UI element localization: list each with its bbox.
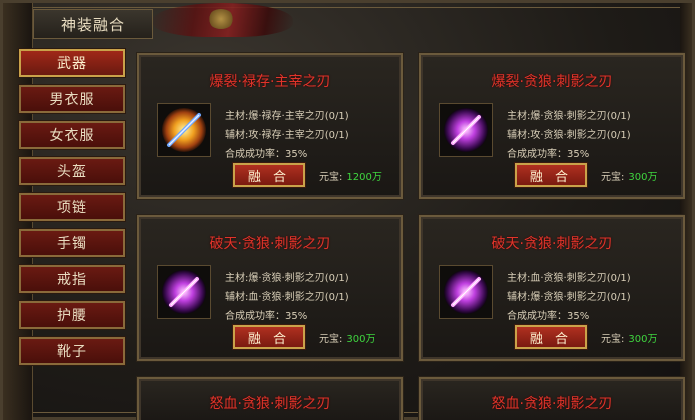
price-value: 1200万: [346, 172, 382, 183]
recipe-title: 爆裂·贪狼·刺影之刃: [491, 74, 613, 90]
price-value: 300万: [628, 334, 658, 345]
price-display: 元宝: 300万: [601, 168, 657, 183]
recipe-materials: 主材:爆·贪狼·刺影之刃(0/1) 辅材:攻·贪狼·刺影之刃(0/1) 合成成功…: [507, 107, 631, 164]
price-display: 元宝: 300万: [319, 330, 375, 345]
recipe-materials: 主材:血·贪狼·刺影之刃(0/1) 辅材:爆·贪狼·刺影之刃(0/1) 合成成功…: [507, 269, 631, 326]
success-rate: 合成成功率：35%: [507, 149, 590, 160]
recipe-title: 爆裂·禄存·主宰之刃: [209, 74, 331, 90]
recipe-card: 爆裂·禄存·主宰之刃 主材:爆·禄存·主宰之刃(0/1) 辅材:攻·禄存·主宰之…: [136, 52, 404, 200]
fuse-button[interactable]: 融 合: [514, 324, 588, 350]
category-ring[interactable]: 戒指: [18, 264, 126, 294]
success-rate: 合成成功率：35%: [507, 311, 590, 322]
aux-material: 辅材:攻·禄存·主宰之刃(0/1): [225, 130, 349, 141]
recipe-materials: 主材:爆·贪狼·刺影之刃(0/1) 辅材:血·贪狼·刺影之刃(0/1) 合成成功…: [225, 269, 349, 326]
recipe-title: 破天·贪狼·刺影之刃: [491, 236, 613, 252]
fuse-button[interactable]: 融 合: [514, 162, 588, 188]
recipe-materials: 主材:爆·禄存·主宰之刃(0/1) 辅材:攻·禄存·主宰之刃(0/1) 合成成功…: [225, 107, 349, 164]
success-rate: 合成成功率：35%: [225, 149, 308, 160]
category-necklace[interactable]: 项链: [18, 192, 126, 222]
aux-material: 辅材:血·贪狼·刺影之刃(0/1): [225, 292, 349, 303]
fuse-button[interactable]: 融 合: [232, 324, 306, 350]
recipe-title: 破天·贪狼·刺影之刃: [209, 236, 331, 252]
price-label: 元宝:: [319, 334, 343, 345]
price-label: 元宝:: [601, 172, 625, 183]
category-female-clothes[interactable]: 女衣服: [18, 120, 126, 150]
ornament-icon: [153, 3, 293, 37]
recipe-title: 怒血·贪狼·刺影之刃: [209, 396, 331, 412]
category-weapon[interactable]: 武器: [18, 48, 126, 78]
purple-sword-icon[interactable]: [157, 265, 211, 319]
recipe-card: 怒血·贪狼·刺影之刃: [418, 376, 686, 420]
aux-material: 辅材:攻·贪狼·刺影之刃(0/1): [507, 130, 631, 141]
price-display: 元宝: 1200万: [319, 168, 382, 183]
price-display: 元宝: 300万: [601, 330, 657, 345]
category-sidebar: 武器 男衣服 女衣服 头盔 项链 手镯 戒指 护腰 靴子: [18, 48, 129, 420]
recipe-card: 怒血·贪狼·刺影之刃: [136, 376, 404, 420]
price-label: 元宝:: [319, 172, 343, 183]
purple-sword-icon[interactable]: [439, 265, 493, 319]
category-male-clothes[interactable]: 男衣服: [18, 84, 126, 114]
aux-material: 辅材:爆·贪狼·刺影之刃(0/1): [507, 292, 631, 303]
recipe-card: 爆裂·贪狼·刺影之刃 主材:爆·贪狼·刺影之刃(0/1) 辅材:攻·贪狼·刺影之…: [418, 52, 686, 200]
fusion-window: 神装融合 武器 男衣服 女衣服 头盔 项链 手镯 戒指 护腰 靴子 爆裂·禄存·…: [0, 0, 695, 420]
recipe-card: 破天·贪狼·刺影之刃 主: [418, 214, 686, 362]
purple-sword-icon[interactable]: [439, 103, 493, 157]
category-bracelet[interactable]: 手镯: [18, 228, 126, 258]
main-material: 主材:血·贪狼·刺影之刃(0/1): [507, 273, 631, 284]
main-material: 主材:爆·贪狼·刺影之刃(0/1): [507, 111, 631, 122]
recipe-title: 怒血·贪狼·刺影之刃: [491, 396, 613, 412]
golden-sword-icon[interactable]: [157, 103, 211, 157]
category-boots[interactable]: 靴子: [18, 336, 126, 366]
category-belt[interactable]: 护腰: [18, 300, 126, 330]
fuse-button[interactable]: 融 合: [232, 162, 306, 188]
price-value: 300万: [628, 172, 658, 183]
price-value: 300万: [346, 334, 376, 345]
recipe-grid: 爆裂·禄存·主宰之刃 主材:爆·禄存·主宰之刃(0/1) 辅材:攻·禄存·主宰之…: [136, 52, 687, 420]
recipe-card: 破天·贪狼·刺影之刃 主: [136, 214, 404, 362]
main-material: 主材:爆·贪狼·刺影之刃(0/1): [225, 273, 349, 284]
success-rate: 合成成功率：35%: [225, 311, 308, 322]
price-label: 元宝:: [601, 334, 625, 345]
window-title: 神装融合: [33, 9, 153, 39]
category-helmet[interactable]: 头盔: [18, 156, 126, 186]
main-material: 主材:爆·禄存·主宰之刃(0/1): [225, 111, 349, 122]
